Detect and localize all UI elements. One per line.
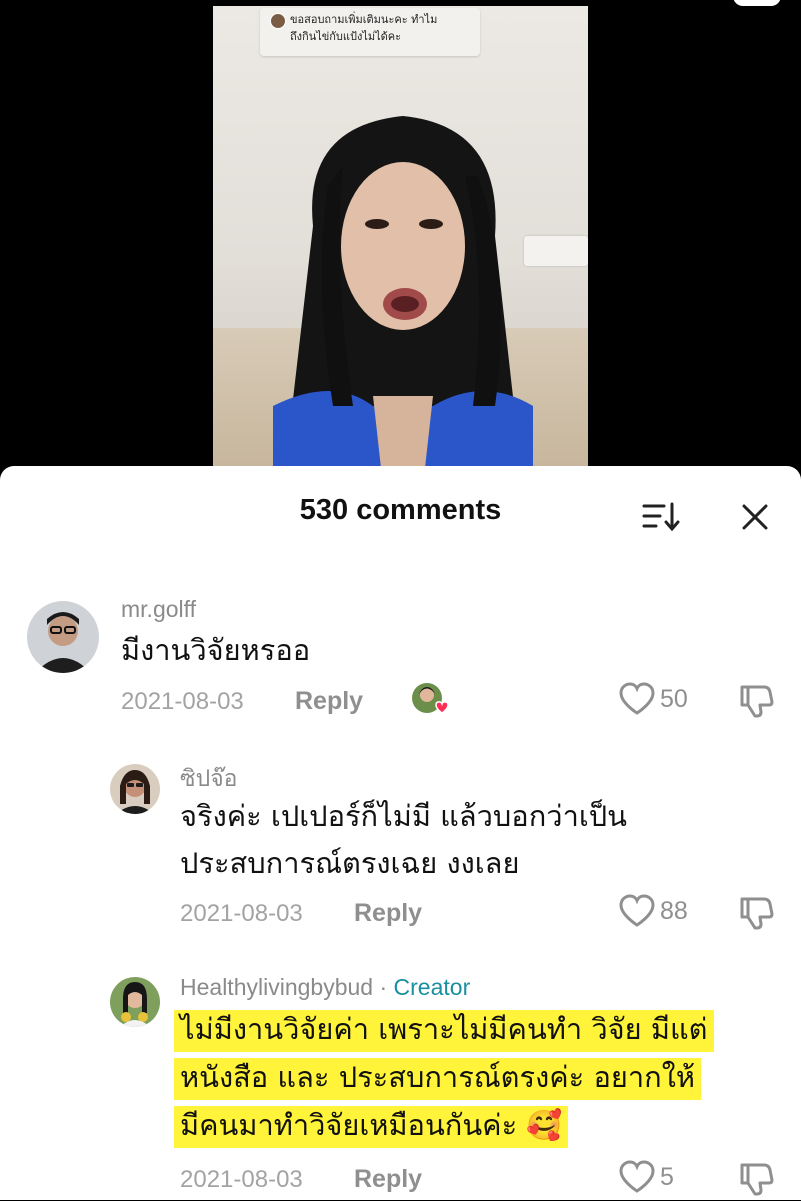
heart-outline-icon <box>619 894 655 927</box>
heart-outline-icon <box>619 1160 655 1193</box>
username-separator: · <box>373 974 394 1000</box>
comment-reply-item: ซิปจ๊อ จริงค่ะ เปเปอร์ก็ไม่มี แล้วบอกว่า… <box>0 756 801 946</box>
like-button[interactable]: 5 <box>618 1160 674 1194</box>
avatar[interactable] <box>27 601 99 673</box>
status-pill <box>733 0 781 6</box>
creator-reply-item: Healthylivingbybud · Creator ไม่มีงานวิจ… <box>0 969 801 1200</box>
thumbs-down-icon <box>740 897 774 930</box>
creator-username[interactable]: Healthylivingbybud <box>180 974 373 1000</box>
highlighted-text: ไม่มีงานวิจัยค่า เพราะไม่มีคนทำ วิจัย มี… <box>174 1010 714 1052</box>
dislike-button[interactable] <box>738 1161 774 1197</box>
comment-text-line-2: ประสบการณ์ตรงเฉย งงเลย <box>180 846 520 880</box>
comment-date: 2021-08-03 <box>121 688 244 715</box>
dislike-button[interactable] <box>738 683 774 719</box>
like-count: 5 <box>660 1162 674 1191</box>
creator-heart-icon <box>412 683 449 714</box>
thumbs-down-icon <box>740 685 774 718</box>
creator-badge: Creator <box>393 974 471 1000</box>
video-player[interactable]: ขอสอบถามเพิ่มเติมนะคะ ทำไม ถึงกินไข่กับแ… <box>213 6 588 468</box>
comment-text-line-2: หนังสือ และ ประสบการณ์ตรงค่ะ อยากให้ <box>174 1053 701 1102</box>
sticker-line-2: ถึงกินไข่กับแป้งไม่ได้คะ <box>290 30 402 43</box>
avatar-image-sipjo <box>110 764 160 814</box>
sort-icon <box>642 502 680 532</box>
avatar-image-mr-golff <box>27 601 99 673</box>
like-count: 88 <box>660 896 688 925</box>
avatar[interactable] <box>110 977 160 1027</box>
sort-button[interactable] <box>640 500 684 534</box>
highlighted-text: หนังสือ และ ประสบการณ์ตรงค่ะ อยากให้ <box>174 1058 701 1100</box>
comments-sheet: 530 comments mr.golff มีงานวิจัยหรออ 202… <box>0 466 801 1200</box>
dislike-button[interactable] <box>738 895 774 931</box>
comment-username[interactable]: mr.golff <box>121 596 196 623</box>
comment-text-line-3: มีคนมาทำวิจัยเหมือนกันค่ะ 🥰 <box>174 1101 569 1150</box>
comment-date: 2021-08-03 <box>180 900 303 927</box>
liked-by-creator-badge <box>410 681 450 721</box>
sticker-line-1: ขอสอบถามเพิ่มเติมนะคะ ทำไม <box>290 13 438 26</box>
comment-item: mr.golff มีงานวิจัยหรออ 2021-08-03 Reply… <box>0 586 801 736</box>
comment-text: มีงานวิจัยหรออ <box>121 633 311 667</box>
close-icon <box>742 504 768 530</box>
reply-button[interactable]: Reply <box>354 899 422 928</box>
comment-username: Healthylivingbybud · Creator <box>180 974 470 1001</box>
thumbs-down-icon <box>740 1163 774 1196</box>
like-count: 50 <box>660 684 688 713</box>
comments-header: 530 comments <box>0 466 801 558</box>
heart-outline-icon <box>619 682 655 715</box>
avatar[interactable] <box>110 764 160 814</box>
like-button[interactable]: 88 <box>618 894 688 928</box>
speaker-figure <box>273 116 533 468</box>
question-sticker: ขอสอบถามเพิ่มเติมนะคะ ทำไม ถึงกินไข่กับแ… <box>260 8 480 56</box>
comment-text-line-1: จริงค่ะ เปเปอร์ก็ไม่มี แล้วบอกว่าเป็น <box>180 799 627 833</box>
comment-date: 2021-08-03 <box>180 1166 303 1193</box>
sticker-avatar <box>270 13 286 29</box>
close-button[interactable] <box>738 500 772 534</box>
highlighted-text: มีคนมาทำวิจัยเหมือนกันค่ะ 🥰 <box>174 1106 569 1148</box>
comment-text-line-1: ไม่มีงานวิจัยค่า เพราะไม่มีคนทำ วิจัย มี… <box>174 1005 714 1054</box>
reply-button[interactable]: Reply <box>295 687 363 716</box>
like-button[interactable]: 50 <box>618 682 688 716</box>
reply-button[interactable]: Reply <box>354 1165 422 1194</box>
wall-switch-plate <box>524 236 588 266</box>
avatar-image-creator <box>110 977 160 1027</box>
